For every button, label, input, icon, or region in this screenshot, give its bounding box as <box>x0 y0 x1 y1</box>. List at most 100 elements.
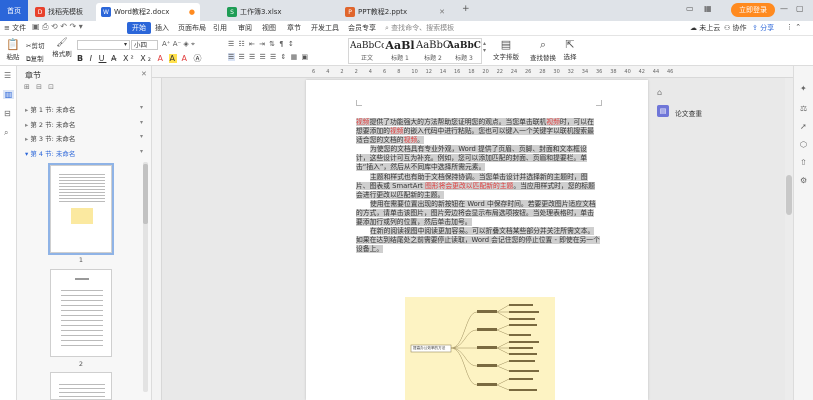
style-heading-2[interactable]: AaBbC 标题 2 <box>416 39 450 63</box>
paper-check-label[interactable]: 论文查重 <box>675 108 702 118</box>
font-name-select[interactable]: ▾ <box>77 40 130 50</box>
document-paragraph[interactable]: 使用在需要位置出现的新按钮在 Word 中保存时间。若要更改图片适应文档的方式，… <box>356 199 600 227</box>
menu-page-layout[interactable]: 页面布局 <box>178 23 206 33</box>
grid-icon[interactable]: ▦ <box>704 4 712 13</box>
restore-icon[interactable]: ▢ <box>796 4 804 13</box>
document-scrollbar[interactable] <box>785 78 793 400</box>
home-icon[interactable]: ⌂ <box>657 88 662 97</box>
magic-icon[interactable]: ✦ <box>800 84 807 93</box>
font-size-select[interactable]: 小四 <box>131 40 158 50</box>
nav-section-2[interactable]: ▸ 第 2 节: 未命名 <box>25 119 75 129</box>
chevron-down-icon: ▾ <box>123 41 127 48</box>
text-format-icons[interactable]: B I U A̶ X² X₂ A A A Ⓐ <box>77 53 204 64</box>
cut-button[interactable]: ✂剪切 <box>26 40 44 50</box>
nav-section-4[interactable]: ▾ 第 4 节: 未命名 <box>25 148 75 158</box>
nav-scrollbar[interactable] <box>143 162 148 392</box>
chevron-down-icon[interactable]: ▾ <box>140 148 143 155</box>
page-thumbnail-3[interactable] <box>50 372 112 400</box>
page-thumbnail-1[interactable] <box>48 163 114 255</box>
paragraph-align-icons[interactable]: ☰ ☰ ☰ ☰ ☰ ⇕ ▦ ▣ <box>228 53 309 61</box>
bookmark-icon[interactable]: ⊟ <box>4 109 11 118</box>
menu-view[interactable]: 视图 <box>262 23 276 33</box>
menu-file[interactable]: ≡ 文件 <box>4 23 26 33</box>
highlighted-text-run: 视频 <box>546 118 560 126</box>
horizontal-ruler[interactable]: 6 4 2 2 4 6 8 10 12 14 16 18 20 22 24 26 28 30 32 34 36 38 40 4… <box>152 66 793 78</box>
toolbar-quick-icons[interactable]: ▣ ⎙ ⟲ ↶ ↷ ▾ <box>32 22 83 32</box>
page-thumbnail-2[interactable] <box>50 269 112 357</box>
text-layout-icon: ▤ <box>500 38 512 51</box>
select-button[interactable]: ⇱ 选择 <box>560 38 580 61</box>
share-button[interactable]: ⇪ 分享 <box>752 23 774 33</box>
tab-ppt[interactable]: P PPT教程2.pptx ✕ <box>340 3 450 21</box>
nav-section-1[interactable]: ▸ 第 1 节: 未命名 <box>25 104 75 114</box>
chevron-down-icon[interactable]: ▾ <box>140 119 143 126</box>
find-replace-button[interactable]: ⌕ 查找替换 <box>527 38 559 62</box>
tab-word-doc-label: Word教程2.docx <box>114 8 170 16</box>
menu-chapter[interactable]: 章节 <box>287 23 301 33</box>
home-tab[interactable]: 首页 <box>0 0 28 21</box>
paper-check-icon[interactable]: ▤ <box>657 105 669 117</box>
paste-label: 粘贴 <box>6 53 20 61</box>
style-heading-3[interactable]: AaBbC 标题 3 <box>447 39 481 63</box>
mindmap-image[interactable]: 提高办公效率的方法 <box>405 297 555 400</box>
minimize-icon[interactable]: — <box>780 4 788 13</box>
document-body-text[interactable]: 视频提供了功能强大的方法帮助您证明您的观点。当您单击联机视频时，可以在想要添加的… <box>356 118 600 254</box>
style-gallery-scroll-icon[interactable]: ▴ ▾ <box>483 40 486 54</box>
style-heading-1-label: 标题 1 <box>391 55 409 62</box>
login-button[interactable]: 立即登录 <box>731 3 775 17</box>
menu-references[interactable]: 引用 <box>213 23 227 33</box>
nav-action-icons[interactable]: ⊞ ⊟ ⊡ <box>24 83 56 91</box>
paste-button[interactable]: 📋 粘贴 <box>4 38 22 61</box>
text-run: 。 <box>417 136 424 145</box>
menu-member[interactable]: 会员专享 <box>348 23 376 33</box>
menu-insert[interactable]: 插入 <box>155 23 169 33</box>
style-heading-1[interactable]: AaBl 标题 1 <box>383 39 417 63</box>
collaborate-button[interactable]: ⚇ 协作 <box>724 23 747 33</box>
cloud-status[interactable]: ☁ 未上云 <box>690 23 720 33</box>
menu-dev-tools[interactable]: 开发工具 <box>311 23 339 33</box>
command-search[interactable]: ⌕ 查找命令、搜索模板 <box>385 23 454 33</box>
ppt-icon: P <box>345 7 355 17</box>
chevron-down-icon[interactable]: ▾ <box>140 133 143 140</box>
mindmap-root-label: 提高办公效率的方法 <box>413 346 446 350</box>
menu-file-label: 文件 <box>12 24 27 32</box>
text-layout-button[interactable]: ▤ 文字排版 <box>490 38 522 61</box>
more-menu-icon[interactable]: ⋮ ⌃ <box>786 23 801 31</box>
new-tab-icon[interactable]: + <box>462 4 470 14</box>
tab-excel[interactable]: S 工作簿3.xlsx <box>222 3 332 21</box>
vertical-ruler[interactable] <box>152 78 162 400</box>
adjust-icon[interactable]: ⚖ <box>800 104 807 113</box>
document-paragraph[interactable]: 在新的阅读视图中阅读更加容易。可以折叠文档某些部分并关注所需文本。如果在达到结尾… <box>356 227 600 254</box>
paragraph-list-icons[interactable]: ☰ ☷ ⇤ ⇥ ⇅ ¶ ↕ <box>228 40 295 48</box>
layout-icon[interactable]: ▭ <box>686 4 694 13</box>
shape-icon[interactable]: ⬡ <box>800 140 807 149</box>
outline-icon[interactable]: ☰ <box>4 71 11 80</box>
copy-button[interactable]: ⧉复制 <box>26 53 44 64</box>
style-normal[interactable]: AaBbCcI 正文 <box>350 39 384 63</box>
nav-scrollbar-thumb[interactable] <box>143 164 148 224</box>
chevron-down-icon[interactable]: ▾ <box>140 104 143 111</box>
ruler-tick-label: 40 <box>624 69 631 75</box>
document-scrollbar-thumb[interactable] <box>786 175 792 215</box>
collaborate-label: 协作 <box>732 24 747 32</box>
share-icon: ⇪ <box>752 24 761 32</box>
document-paragraph[interactable]: 视频提供了功能强大的方法帮助您证明您的观点。当您单击联机视频时，可以在想要添加的… <box>356 118 600 145</box>
ruler-tick-label: 10 <box>411 69 418 75</box>
cursor-tool-icon[interactable]: ➚ <box>800 122 807 131</box>
menu-review[interactable]: 审阅 <box>238 23 252 33</box>
close-icon[interactable]: ✕ <box>141 70 147 78</box>
tab-word-doc[interactable]: W Word教程2.docx ● <box>96 3 200 21</box>
chapter-nav-icon[interactable]: ▥ <box>3 90 14 99</box>
find-nav-icon[interactable]: ⌕ <box>4 128 8 138</box>
tab-template[interactable]: D 找稻壳模板 <box>30 3 94 21</box>
settings-icon[interactable]: ⚙ <box>800 176 807 185</box>
font-grow-shrink-icons[interactable]: A⁺ A⁻ ◈ ⌖ <box>162 40 195 49</box>
nav-section-3[interactable]: ▸ 第 3 节: 未命名 <box>25 133 75 143</box>
close-tab-icon[interactable]: ✕ <box>439 8 445 16</box>
menu-start[interactable]: 开始 <box>127 22 151 34</box>
share-tool-icon[interactable]: ⇧ <box>800 158 807 167</box>
document-paragraph[interactable]: 为使您的文档具有专业外观，Word 提供了页眉、页脚、封面和文本框设计，这些设计… <box>356 145 600 172</box>
document-paragraph[interactable]: 主题和样式也有助于文档保持协调。当您单击设计并选择新的主题时，图片、图表或 Sm… <box>356 172 600 200</box>
thumb-heading <box>75 278 89 280</box>
format-painter-button[interactable]: 🖌 格式刷 <box>52 38 72 58</box>
